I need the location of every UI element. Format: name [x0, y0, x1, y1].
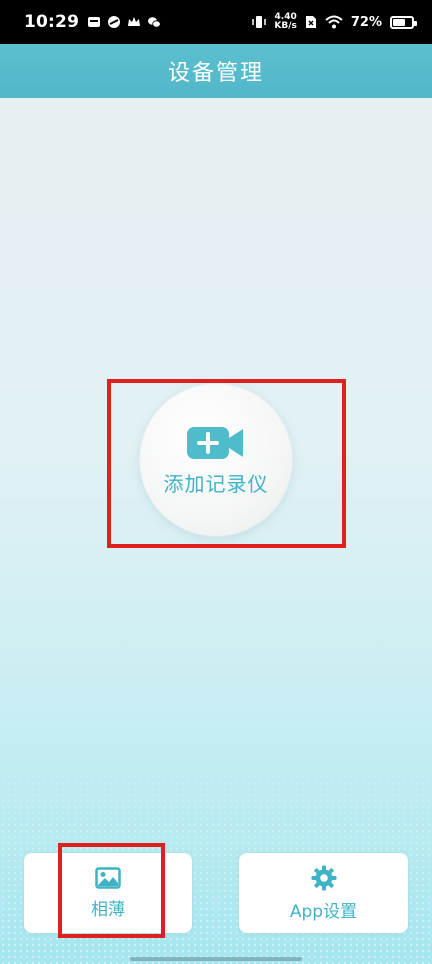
notification-box-icon [88, 17, 101, 27]
wifi-icon [325, 15, 343, 29]
network-speed: 4.40 KB/s [274, 13, 296, 31]
app-logo-icon [108, 16, 121, 28]
wechat-icon [148, 17, 161, 28]
app-settings-label: App设置 [289, 901, 358, 922]
gear-icon [311, 865, 336, 890]
battery-icon [390, 15, 417, 29]
image-icon [95, 866, 121, 889]
page-title: 设备管理 [167, 61, 264, 86]
album-label: 相薄 [91, 899, 125, 920]
home-indicator[interactable] [130, 957, 302, 961]
battery-fill [393, 18, 406, 26]
album-button[interactable]: 相薄 [24, 853, 192, 933]
sim-icon [305, 16, 316, 28]
add-recorder-label: 添加记录仪 [163, 471, 269, 496]
video-camera-plus-icon [187, 426, 243, 459]
crown-icon [128, 17, 141, 26]
app-header: 设备管理 [0, 44, 432, 98]
add-recorder-button[interactable]: 添加记录仪 [140, 384, 292, 536]
notification-icons [87, 15, 161, 29]
speed-unit: KB/s [274, 21, 297, 31]
app-settings-button[interactable]: App设置 [239, 853, 408, 933]
vibrate-icon [252, 16, 267, 28]
status-time: 10:29 [24, 12, 80, 32]
status-left: 10:29 [24, 12, 161, 32]
battery-percent: 72% [350, 14, 382, 30]
status-right: 4.40 KB/s 72% [252, 13, 417, 31]
status-bar: 10:29 4.40 KB/s 72% [0, 0, 432, 44]
